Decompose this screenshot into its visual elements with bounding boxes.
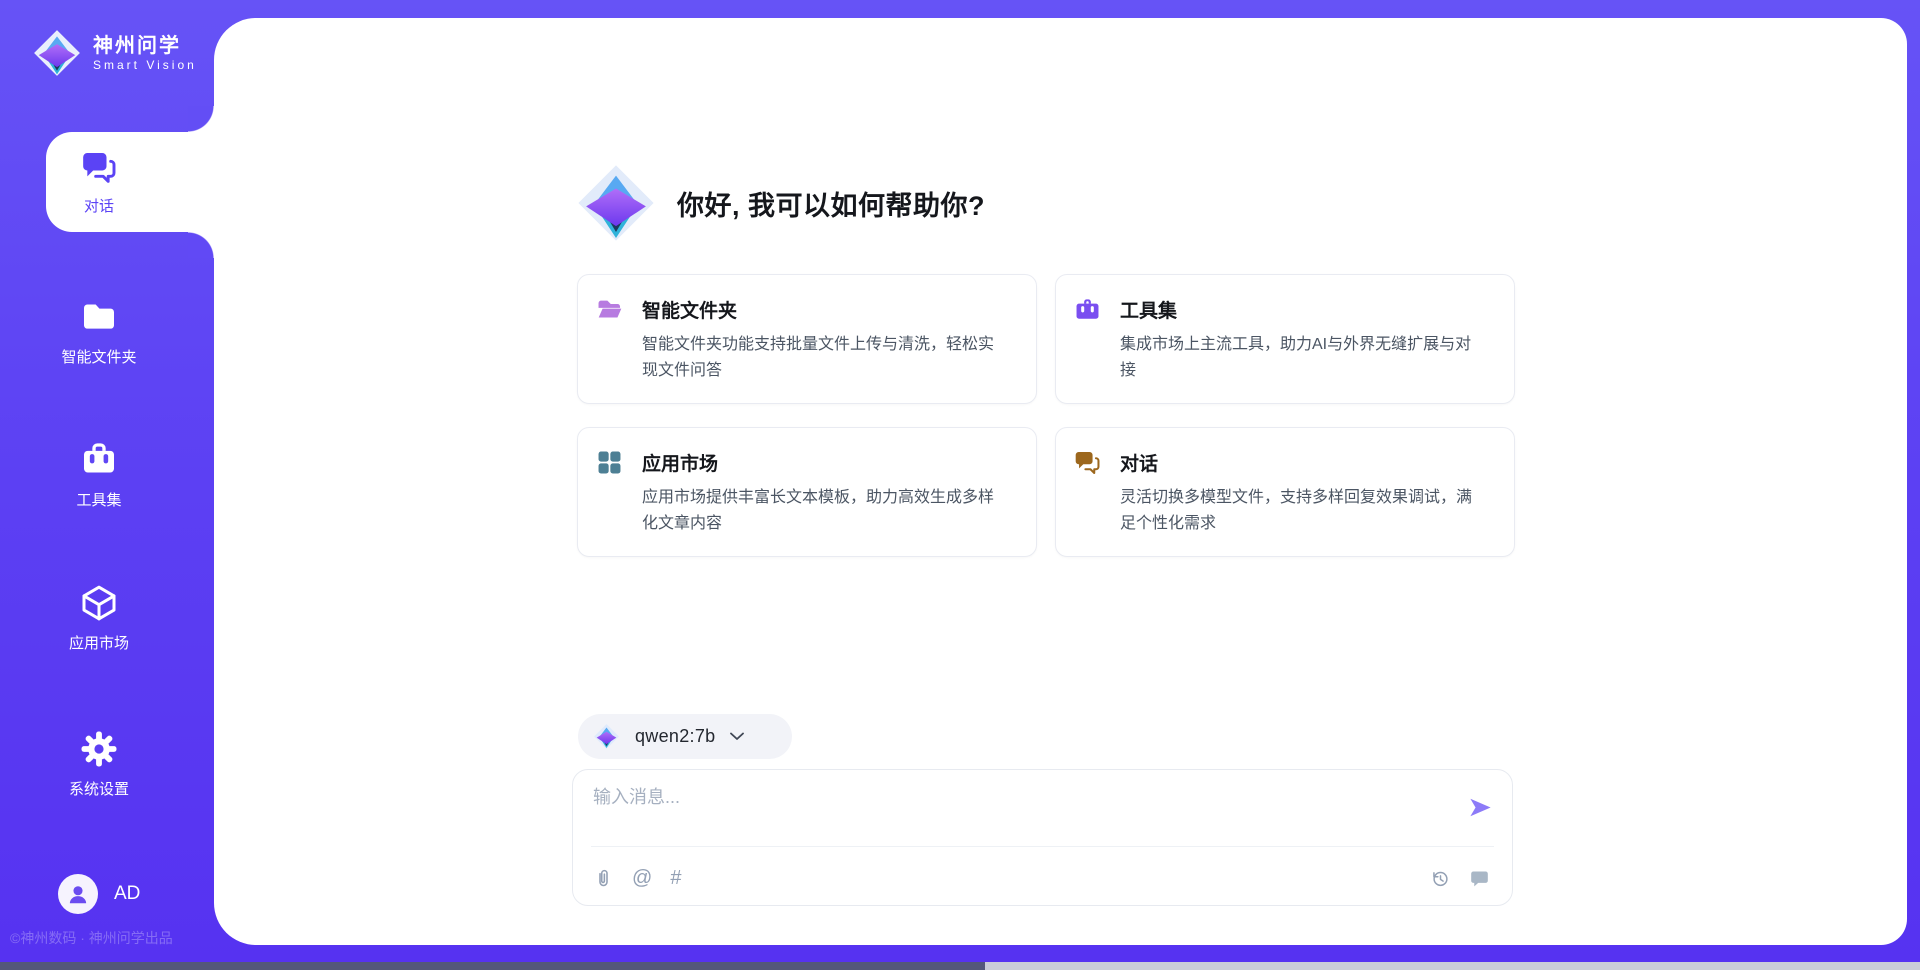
tab-fillet-bottom	[188, 232, 214, 258]
horizontal-scrollbar	[0, 962, 1920, 970]
greeting-title: 你好, 我可以如何帮助你?	[677, 184, 985, 223]
brand-tagline: Smart Vision	[93, 58, 197, 72]
sidebar-item-label: 系统设置	[69, 778, 129, 799]
toolbox-icon	[79, 440, 119, 480]
tab-fillet-top	[188, 106, 214, 132]
card-description: 集成市场上主流工具，助力AI与外界无缝扩展与对接	[1120, 332, 1472, 384]
chat-bubble-icon[interactable]	[1469, 868, 1490, 889]
sidebar-item-smart-folder[interactable]: 智能文件夹	[34, 297, 164, 367]
history-icon[interactable]	[1430, 868, 1451, 889]
sidebar-item-app-market[interactable]: 应用市场	[34, 583, 164, 653]
sidebar-item-label: 对话	[84, 195, 114, 216]
user-account[interactable]: AD	[58, 874, 140, 914]
sidebar-item-label: 智能文件夹	[61, 346, 136, 367]
card-title: 工具集	[1120, 296, 1177, 323]
briefcase-icon	[1074, 296, 1101, 323]
composer-divider	[591, 846, 1494, 847]
model-name: qwen2:7b	[635, 726, 715, 747]
user-icon	[65, 881, 91, 907]
user-name: AD	[114, 883, 140, 905]
card-description: 灵活切换多模型文件，支持多样回复效果调试，满足个性化需求	[1120, 485, 1472, 537]
sidebar-item-label: 工具集	[76, 489, 121, 510]
mention-icon[interactable]: @	[632, 868, 652, 889]
composer-toolbar: @ #	[593, 856, 1490, 900]
card-smart-folder[interactable]: 智能文件夹 智能文件夹功能支持批量文件上传与清洗，轻松实现文件问答	[577, 274, 1037, 404]
cube-icon	[79, 583, 119, 623]
sidebar-item-toolset[interactable]: 工具集	[34, 440, 164, 510]
attachment-icon[interactable]	[593, 868, 614, 889]
model-diamond-icon	[593, 723, 620, 750]
greeting: 你好, 我可以如何帮助你?	[575, 162, 985, 244]
message-input[interactable]	[593, 783, 1393, 841]
gear-icon	[79, 729, 119, 769]
chevron-down-icon	[730, 732, 744, 741]
copyright-text: ©神州数码 · 神州问学出品	[10, 928, 173, 948]
grid-icon	[596, 449, 623, 476]
card-chat[interactable]: 对话 灵活切换多模型文件，支持多样回复效果调试，满足个性化需求	[1055, 427, 1515, 557]
send-icon[interactable]	[1467, 794, 1494, 821]
card-description: 应用市场提供丰富长文本模板，助力高效生成多样化文章内容	[642, 485, 994, 537]
app-window: 神州问学 Smart Vision 对话 智能文件夹 工具集	[0, 0, 1920, 970]
sidebar-item-settings[interactable]: 系统设置	[34, 729, 164, 799]
avatar	[58, 874, 98, 914]
sidebar-item-chat[interactable]: 对话	[46, 132, 214, 232]
card-description: 智能文件夹功能支持批量文件上传与清洗，轻松实现文件问答	[642, 332, 994, 384]
card-app-market[interactable]: 应用市场 应用市场提供丰富长文本模板，助力高效生成多样化文章内容	[577, 427, 1037, 557]
scrollbar-thumb[interactable]	[0, 962, 985, 970]
chat-icon	[79, 148, 119, 188]
brand-name: 神州问学	[93, 34, 197, 58]
model-selector[interactable]: qwen2:7b	[578, 714, 792, 759]
folder-icon	[79, 297, 119, 337]
brand-logo[interactable]: 神州问学 Smart Vision	[32, 28, 197, 78]
brand-diamond-icon	[32, 28, 82, 78]
message-composer: @ #	[572, 769, 1513, 906]
card-title: 智能文件夹	[642, 296, 737, 323]
sidebar-item-label: 应用市场	[69, 632, 129, 653]
card-title: 应用市场	[642, 449, 718, 476]
feature-cards: 智能文件夹 智能文件夹功能支持批量文件上传与清洗，轻松实现文件问答 工具集	[577, 274, 1515, 557]
card-toolset[interactable]: 工具集 集成市场上主流工具，助力AI与外界无缝扩展与对接	[1055, 274, 1515, 404]
assistant-diamond-icon	[575, 162, 657, 244]
folder-open-icon	[596, 296, 623, 323]
card-title: 对话	[1120, 449, 1158, 476]
chat-icon	[1074, 449, 1101, 476]
hashtag-icon[interactable]: #	[670, 868, 681, 889]
